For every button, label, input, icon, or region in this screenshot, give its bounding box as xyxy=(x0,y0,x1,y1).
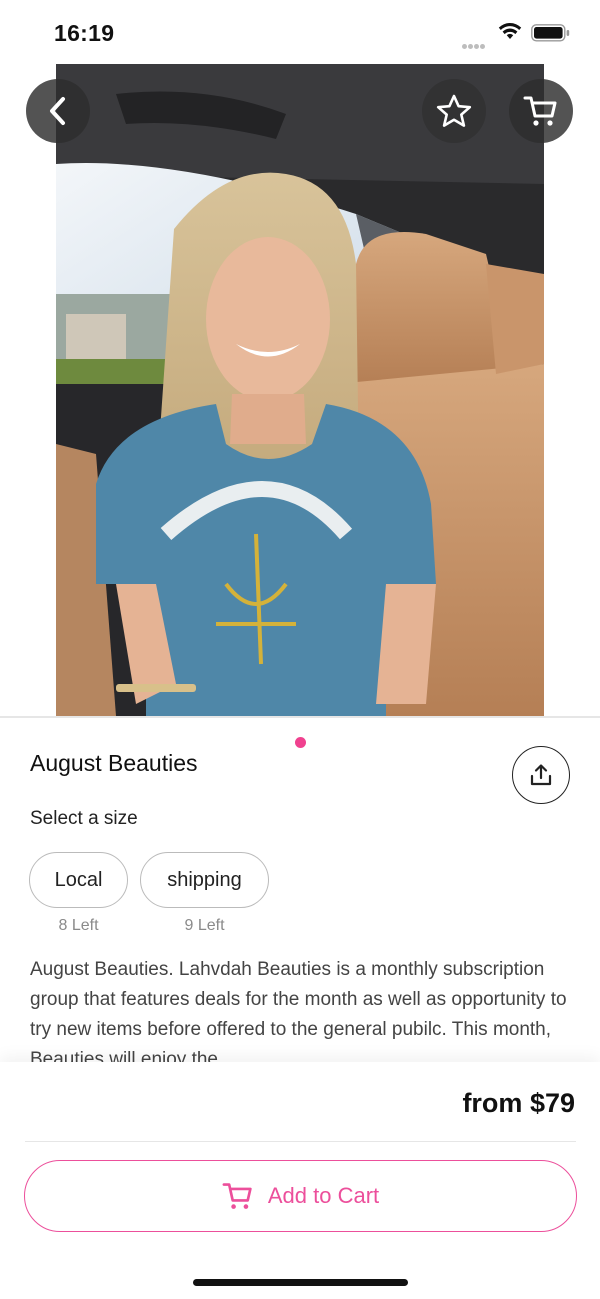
chevron-left-icon xyxy=(50,97,65,125)
stock-count-local: 8 Left xyxy=(58,917,99,934)
back-button[interactable] xyxy=(26,79,90,143)
divider xyxy=(25,1141,576,1142)
cart-icon xyxy=(523,96,557,126)
product-image-carousel[interactable] xyxy=(0,64,600,758)
size-option-shipping[interactable]: shipping xyxy=(140,852,269,908)
product-title: August Beauties xyxy=(30,750,198,776)
wifi-icon xyxy=(498,23,522,39)
favorite-button[interactable] xyxy=(422,79,486,143)
cart-button[interactable] xyxy=(509,79,573,143)
size-option-local[interactable]: Local xyxy=(29,852,128,908)
battery-icon xyxy=(531,24,570,42)
add-to-cart-button[interactable]: Add to Cart xyxy=(24,1160,577,1232)
cart-icon xyxy=(222,1183,252,1209)
star-icon xyxy=(436,94,472,127)
stock-count-shipping: 9 Left xyxy=(184,917,225,934)
signal-icon xyxy=(462,36,490,49)
status-bar: 16:19 xyxy=(0,0,600,64)
add-to-cart-label: Add to Cart xyxy=(267,1183,380,1208)
price-label: from $79 xyxy=(462,1088,575,1118)
divider xyxy=(0,716,600,718)
share-icon xyxy=(530,764,552,786)
status-time: 16:19 xyxy=(54,20,115,46)
product-photo xyxy=(56,64,544,716)
page-indicator xyxy=(281,726,319,758)
select-size-label: Select a size xyxy=(30,808,138,829)
share-button[interactable] xyxy=(512,746,570,804)
product-description: August Beauties. Lahvdah Beauties is a m… xyxy=(30,959,567,1065)
home-indicator[interactable] xyxy=(193,1279,408,1286)
